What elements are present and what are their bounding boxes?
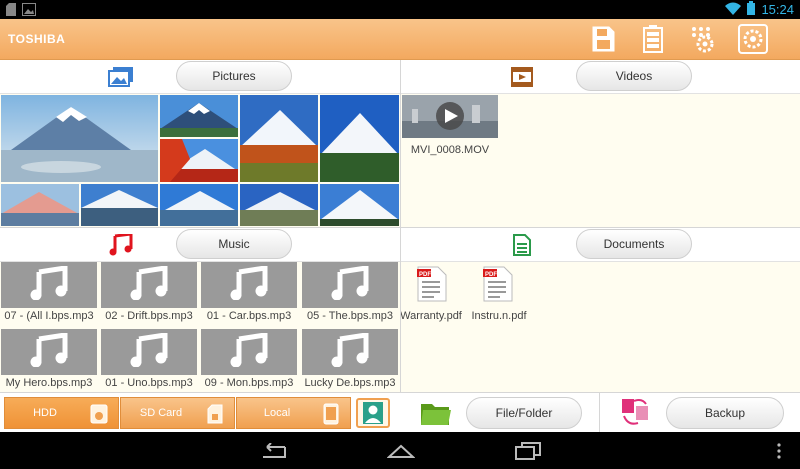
picture-thumbnail[interactable] [160,95,238,137]
system-nav-bar [0,432,800,469]
source-local-button[interactable]: Local [236,397,351,429]
music-note-icon [230,331,268,372]
svg-text:PDF: PDF [485,272,497,278]
music-button[interactable]: Music [176,229,292,259]
music-file-name: 09 - Mon.bps.mp3 [204,377,294,389]
picture-thumbnail[interactable] [81,184,158,226]
music-file-name: 05 - The.bps.mp3 [306,310,393,322]
source-hdd-button[interactable]: HDD [4,397,119,429]
divider [400,60,401,392]
documents-header: Documents [401,228,800,262]
document-icon [509,233,535,257]
home-icon[interactable] [386,440,416,462]
music-tile[interactable] [1,329,97,375]
music-note-icon [130,264,168,305]
battery-status-icon[interactable] [638,24,668,54]
pdf-file-icon[interactable]: PDF [417,266,447,302]
music-note-icon [30,264,68,305]
video-thumbnail[interactable] [402,95,498,138]
music-note-icon [331,264,369,305]
picture-thumbnail[interactable] [320,184,399,226]
picture-thumbnail[interactable] [1,184,79,226]
backup-button[interactable]: Backup [666,397,784,429]
music-file-name: My Hero.bps.mp3 [5,377,93,389]
bottom-toolbar: HDD SD Card Local File/Folder Backup [0,392,800,433]
screen: 15:24 TOSHIBA Pictures Videos MVI_0008.M… [0,0,800,469]
document-name: Warranty.pdf [401,310,462,322]
tablet-icon [321,403,341,425]
picture-thumbnail[interactable] [1,95,158,182]
pictures-panel: Pictures [0,60,400,227]
music-tile[interactable] [302,329,398,375]
music-file-name: 01 - Uno.bps.mp3 [105,377,193,389]
music-note-icon [30,331,68,372]
music-note-icon [108,233,134,257]
music-note-icon [331,331,369,372]
account-icon[interactable] [356,398,390,428]
music-tile[interactable] [201,329,297,375]
overflow-menu-icon[interactable] [772,440,786,462]
music-tile[interactable] [302,262,398,308]
app-header: TOSHIBA [0,19,800,60]
music-note-icon [230,264,268,305]
music-file-name: 01 - Car.bps.mp3 [206,310,292,322]
music-file-name: 07 - (All I.bps.mp3 [4,310,94,322]
music-note-icon [130,331,168,372]
picture-thumbnail[interactable] [160,184,238,226]
pictures-icon [108,65,134,89]
music-header: Music [0,228,400,262]
picture-thumbnail[interactable] [320,95,399,182]
documents-panel: Documents PDF Warranty.pdf PDF Instru.n.… [401,228,800,392]
recent-apps-icon[interactable] [513,440,543,462]
divider [0,227,800,228]
svg-text:PDF: PDF [419,272,431,278]
file-folder-button[interactable]: File/Folder [466,397,582,429]
clock: 15:24 [761,2,794,17]
documents-button[interactable]: Documents [576,229,692,259]
source-label: SD Card [139,407,183,419]
music-tile[interactable] [101,329,197,375]
pictures-header: Pictures [0,60,400,94]
videos-button[interactable]: Videos [576,61,692,91]
music-file-name: Lucky De.bps.mp3 [304,377,396,389]
gear-icon[interactable] [738,24,768,54]
music-tile[interactable] [101,262,197,308]
sd-card-icon [205,403,225,425]
divider [599,393,600,433]
pdf-file-icon[interactable]: PDF [483,266,513,302]
videos-panel: Videos MVI_0008.MOV [401,60,800,227]
music-tile[interactable] [201,262,297,308]
video-name: MVI_0008.MOV [410,144,490,156]
picture-thumbnail[interactable] [240,95,318,182]
source-label: HDD [33,407,57,419]
picture-thumbnail[interactable] [240,184,318,226]
folder-icon[interactable] [420,399,452,427]
film-icon [509,65,535,89]
source-label: Local [263,407,291,419]
status-bar: 15:24 [0,0,800,19]
picture-thumbnail[interactable] [160,139,238,182]
music-file-name: 02 - Drift.bps.mp3 [105,310,193,322]
brand-logo: TOSHIBA [8,32,66,46]
settings-cluster-icon[interactable] [688,24,718,54]
battery-icon [747,1,756,18]
save-icon[interactable] [588,24,618,54]
music-panel: Music 07 - (All I.bps.mp3 02 - Drift.bps.… [0,228,400,392]
pictures-button[interactable]: Pictures [176,61,292,91]
source-sd-card-button[interactable]: SD Card [120,397,235,429]
backup-icon[interactable] [618,398,652,428]
document-name: Instru.n.pdf [471,310,527,322]
music-tile[interactable] [1,262,97,308]
videos-header: Videos [401,60,800,94]
wifi-icon [725,2,742,18]
hdd-icon [89,403,109,425]
back-icon[interactable] [258,440,288,462]
